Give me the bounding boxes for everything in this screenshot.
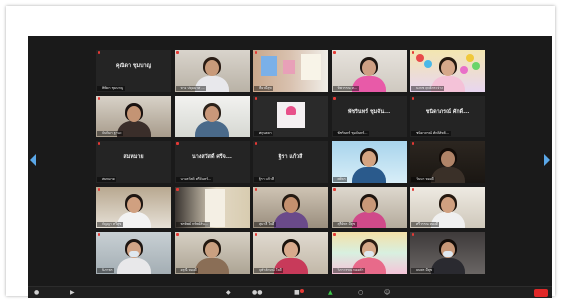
participant-video-feed <box>174 95 250 137</box>
participant-name-label: บงกช ฤทธิ์กระจ่าง <box>411 85 445 91</box>
video-camera-icon[interactable]: ▶ <box>70 290 75 296</box>
participant-name-label: ศศิธร <box>332 176 348 182</box>
reactions-icon[interactable]: ☺ <box>384 290 390 296</box>
participant-display-name: ชนิดาภรณ์ ศักดิ์... <box>425 108 470 115</box>
muted-mic-icon <box>97 51 100 54</box>
participant-tile[interactable]: สุรีย์พร มีสุข <box>331 186 407 228</box>
muted-mic-icon <box>176 142 179 145</box>
participant-tile[interactable]: คุณิดา ชุมบาญทิพิดา ชุมบาญ <box>96 50 171 92</box>
participant-name-label: ศรีวรรณ ทองดี <box>411 222 440 227</box>
zoom-meeting-window: คุณิดา ชุมบาญ ทิพิดา ชุมบาญ ทาง ปทุมมาศ ..… <box>28 36 552 298</box>
participant-display-name: ฐิรา แก้วสี <box>278 154 303 160</box>
participant-tile[interactable]: นางสวัสดิ์ ศรีจ... นางสวัสดิ์ ศรีจันทร์..… <box>174 141 250 183</box>
participant-tile[interactable]: ฐิรา แก้วสี ฐิรา แก้วสี <box>253 141 328 183</box>
participant-name-label: อรุณี ทองดี <box>175 267 199 273</box>
participant-tile[interactable]: ศกุนตลา <box>253 95 328 137</box>
participant-name-label: พัชรินทร์ ชุมจันทร์... <box>332 131 369 136</box>
participants-icon[interactable]: ●● <box>252 290 262 296</box>
participant-tile[interactable]: ศศิธร <box>331 141 407 183</box>
muted-mic-icon <box>333 96 336 100</box>
muted-mic-icon <box>97 142 100 145</box>
muted-mic-icon <box>333 51 336 54</box>
chat-icon[interactable]: ■ <box>294 290 300 296</box>
next-page-arrow-icon[interactable] <box>544 154 550 166</box>
participant-tile[interactable]: ศรีวรรณ ทองดี <box>410 186 485 228</box>
participant-name-label: ฐิรา แก้วสี <box>254 176 276 182</box>
muted-mic-icon <box>97 187 100 191</box>
participant-name-label: กัญญา ทวีสุข <box>97 222 123 227</box>
prev-page-arrow-icon[interactable] <box>30 154 36 166</box>
meeting-toolbar: ● ▶ ◆ ●● ■ ▲ ○ ☺ <box>28 286 552 298</box>
muted-mic-icon <box>333 233 336 236</box>
screenshot-frame: คุณิดา ชุมบาญ ทิพิดา ชุมบาญ ทาง ปทุมมาศ ..… <box>6 6 555 298</box>
muted-mic-icon <box>254 51 257 54</box>
participant-tile[interactable]: ทาง ปทุมมาศ ... <box>174 50 250 92</box>
muted-mic-icon <box>97 96 100 100</box>
participant-name-label: จันทิมา ฐานะ <box>97 131 124 136</box>
participant-tile[interactable] <box>174 95 250 137</box>
participant-name-label: สุมาลี ใจดี <box>254 222 276 227</box>
muted-mic-icon <box>333 187 336 191</box>
participant-name-label: ทิพิดา ชุมบาญ <box>97 85 125 91</box>
participant-name-label: ทาง ปทุมมาศ ... <box>175 85 207 91</box>
muted-mic-icon <box>254 142 257 145</box>
muted-mic-icon <box>176 233 179 236</box>
participant-tile[interactable]: สุมาลี ใจดี <box>253 186 328 228</box>
participant-name-label: ธนพร มีสุข <box>411 267 434 273</box>
muted-mic-icon <box>411 187 414 191</box>
muted-mic-icon <box>176 51 179 54</box>
gallery-view-grid: คุณิดา ชุมบาญ ทิพิดา ชุมบาญ ทาง ปทุมมาศ ..… <box>96 50 486 276</box>
chat-notification-badge <box>300 289 304 293</box>
participant-name-label: พรทิพย์ ทรัพย์สิน... <box>175 222 210 227</box>
participant-tile[interactable]: ที่ยวมีสุข <box>253 50 328 92</box>
muted-mic-icon <box>411 96 414 100</box>
muted-mic-icon <box>411 142 414 145</box>
participant-display-name: นางสวัสดิ์ ศรีจ... <box>192 154 232 160</box>
participant-name-label: ที่ยวมีสุข <box>254 85 274 91</box>
muted-mic-icon <box>254 187 257 191</box>
participant-name-label: วันนา ทองดี <box>411 176 436 182</box>
muted-mic-icon <box>97 233 100 236</box>
share-screen-icon[interactable]: ▲ <box>328 290 333 296</box>
participant-name-label: ชนิดาภรณ์ ศักดิ์สิทธิ์... <box>411 131 451 136</box>
participant-tile[interactable]: จุฬาลักษณ์ ใจดี <box>253 232 328 274</box>
participant-display-name: คุณิดา ชุมบาญ <box>115 63 152 69</box>
muted-mic-icon <box>254 96 257 100</box>
participant-name-label: ศกุนตลา <box>254 131 274 136</box>
leave-button[interactable] <box>534 289 548 297</box>
security-shield-icon[interactable]: ◆ <box>226 290 231 296</box>
participant-name-label: วิภาวรรณ ทองคำ <box>332 267 365 273</box>
muted-mic-icon <box>176 187 179 191</box>
participant-tile[interactable]: วันนา ทองดี <box>410 141 485 183</box>
participant-tile[interactable]: จันทิมา ฐานะ <box>96 95 171 137</box>
participant-name-label: นางสวัสดิ์ ศรีจันทร์... <box>175 176 213 182</box>
muted-mic-icon <box>254 233 257 236</box>
mic-icon[interactable]: ● <box>34 290 39 296</box>
participant-tile[interactable]: ชนิดาภรณ์ ศักดิ์... ชนิดาภรณ์ ศักดิ์สิทธิ… <box>410 95 485 137</box>
participant-tile[interactable]: อรุณี ทองดี <box>174 232 250 274</box>
participant-tile[interactable]: ธนพร มีสุข <box>410 232 485 274</box>
record-icon[interactable]: ○ <box>358 290 363 296</box>
participant-name-label: ทิพวรรณ ท... <box>332 85 359 91</box>
participant-tile[interactable]: กัญญา ทวีสุข <box>96 186 171 228</box>
participant-name-label: สุรีย์พร มีสุข <box>332 222 357 227</box>
muted-mic-icon <box>411 233 414 236</box>
muted-mic-icon <box>411 51 414 54</box>
participant-display-name: สมหมาย <box>123 154 144 160</box>
participant-tile[interactable]: บงกช ฤทธิ์กระจ่าง <box>410 50 485 92</box>
participant-tile[interactable]: พัชรินทร์ ชุมจัน... พัชรินทร์ ชุมจันทร์..… <box>331 95 407 137</box>
participant-display-name: พัชรินทร์ ชุมจัน... <box>347 108 391 115</box>
participant-tile[interactable]: สมหมาย สมหมาย <box>96 141 171 183</box>
participant-tile[interactable]: นิภาพร <box>96 232 171 274</box>
participant-name-label: จุฬาลักษณ์ ใจดี <box>254 267 284 273</box>
participant-tile[interactable]: ทิพวรรณ ท... <box>331 50 407 92</box>
participant-tile[interactable]: พรทิพย์ ทรัพย์สิน... <box>174 186 250 228</box>
participant-name-label: สมหมาย <box>97 176 117 182</box>
participant-name-label: นิภาพร <box>97 267 115 273</box>
participant-tile[interactable]: วิภาวรรณ ทองคำ <box>331 232 407 274</box>
